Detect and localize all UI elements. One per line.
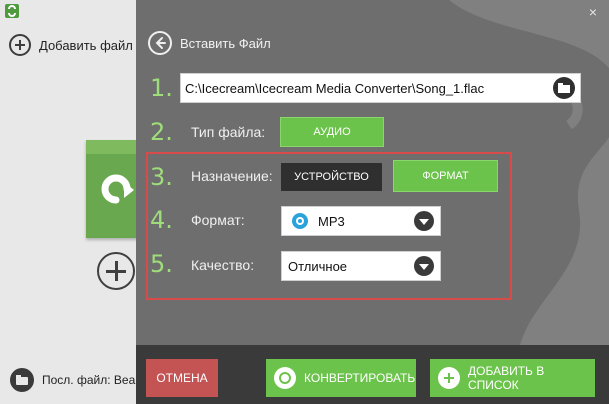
convert-icon bbox=[274, 367, 296, 389]
dialog-title: Вставить Файл bbox=[180, 35, 271, 51]
app-logo-icon bbox=[5, 4, 19, 18]
back-arrow-icon[interactable] bbox=[148, 31, 172, 55]
step-number-1: 1. bbox=[150, 74, 173, 102]
quality-select-value: Отличное bbox=[288, 259, 348, 274]
close-icon[interactable]: × bbox=[589, 4, 597, 20]
browse-folder-icon[interactable] bbox=[553, 77, 575, 99]
file-type-audio-button[interactable]: АУДИО bbox=[280, 117, 384, 147]
add-file-button[interactable]: Добавить файл bbox=[9, 34, 133, 56]
chevron-down-icon[interactable] bbox=[414, 256, 434, 276]
folder-icon bbox=[10, 368, 34, 392]
back-row: Вставить Файл bbox=[148, 31, 271, 55]
add-more-plus-icon[interactable] bbox=[97, 252, 135, 290]
add-to-list-button[interactable]: ДОБАВИТЬ В СПИСОК bbox=[430, 359, 595, 397]
step-number-2: 2. bbox=[150, 118, 173, 146]
file-path-value: C:\Icecream\Icecream Media Converter\Son… bbox=[185, 81, 485, 96]
cancel-button[interactable]: ОТМЕНА bbox=[146, 359, 218, 397]
quality-select[interactable]: Отличное bbox=[281, 251, 441, 281]
convert-button[interactable]: КОНВЕРТИРОВАТЬ bbox=[266, 359, 416, 397]
file-path-field[interactable]: C:\Icecream\Icecream Media Converter\Son… bbox=[180, 73, 581, 103]
format-select-value: MP3 bbox=[318, 214, 345, 229]
plus-icon bbox=[438, 367, 460, 389]
step-number-3: 3. bbox=[150, 163, 173, 191]
add-file-label: Добавить файл bbox=[39, 37, 133, 53]
add-to-list-button-label: ДОБАВИТЬ В СПИСОК bbox=[468, 364, 545, 392]
last-file-label: Посл. файл: Bea bbox=[42, 373, 136, 387]
step-number-5: 5. bbox=[150, 250, 173, 278]
format-select[interactable]: MP3 bbox=[281, 206, 441, 236]
destination-format-button[interactable]: ФОРМАТ bbox=[393, 160, 498, 192]
step-number-4: 4. bbox=[150, 206, 173, 234]
destination-device-button[interactable]: УСТРОЙСТВО bbox=[281, 163, 382, 191]
music-disc-icon bbox=[292, 213, 308, 229]
format-label: Формат: bbox=[191, 212, 245, 228]
bottom-bar: ОТМЕНА КОНВЕРТИРОВАТЬ ДОБАВИТЬ В СПИСОК bbox=[136, 345, 609, 404]
chevron-down-icon[interactable] bbox=[414, 211, 434, 231]
media-file-tile[interactable] bbox=[86, 140, 136, 238]
last-file-button[interactable]: Посл. файл: Bea bbox=[10, 368, 135, 392]
quality-label: Качество: bbox=[191, 257, 255, 273]
insert-file-dialog: × Вставить Файл 1. C:\Icecream\Icecream … bbox=[136, 0, 609, 404]
convert-button-label: КОНВЕРТИРОВАТЬ bbox=[304, 371, 416, 385]
plus-icon bbox=[9, 34, 31, 56]
destination-label: Назначение: bbox=[191, 168, 273, 184]
left-panel: Добавить файл Посл. файл: Bea bbox=[0, 0, 137, 404]
file-type-label: Тип файла: bbox=[191, 124, 266, 140]
